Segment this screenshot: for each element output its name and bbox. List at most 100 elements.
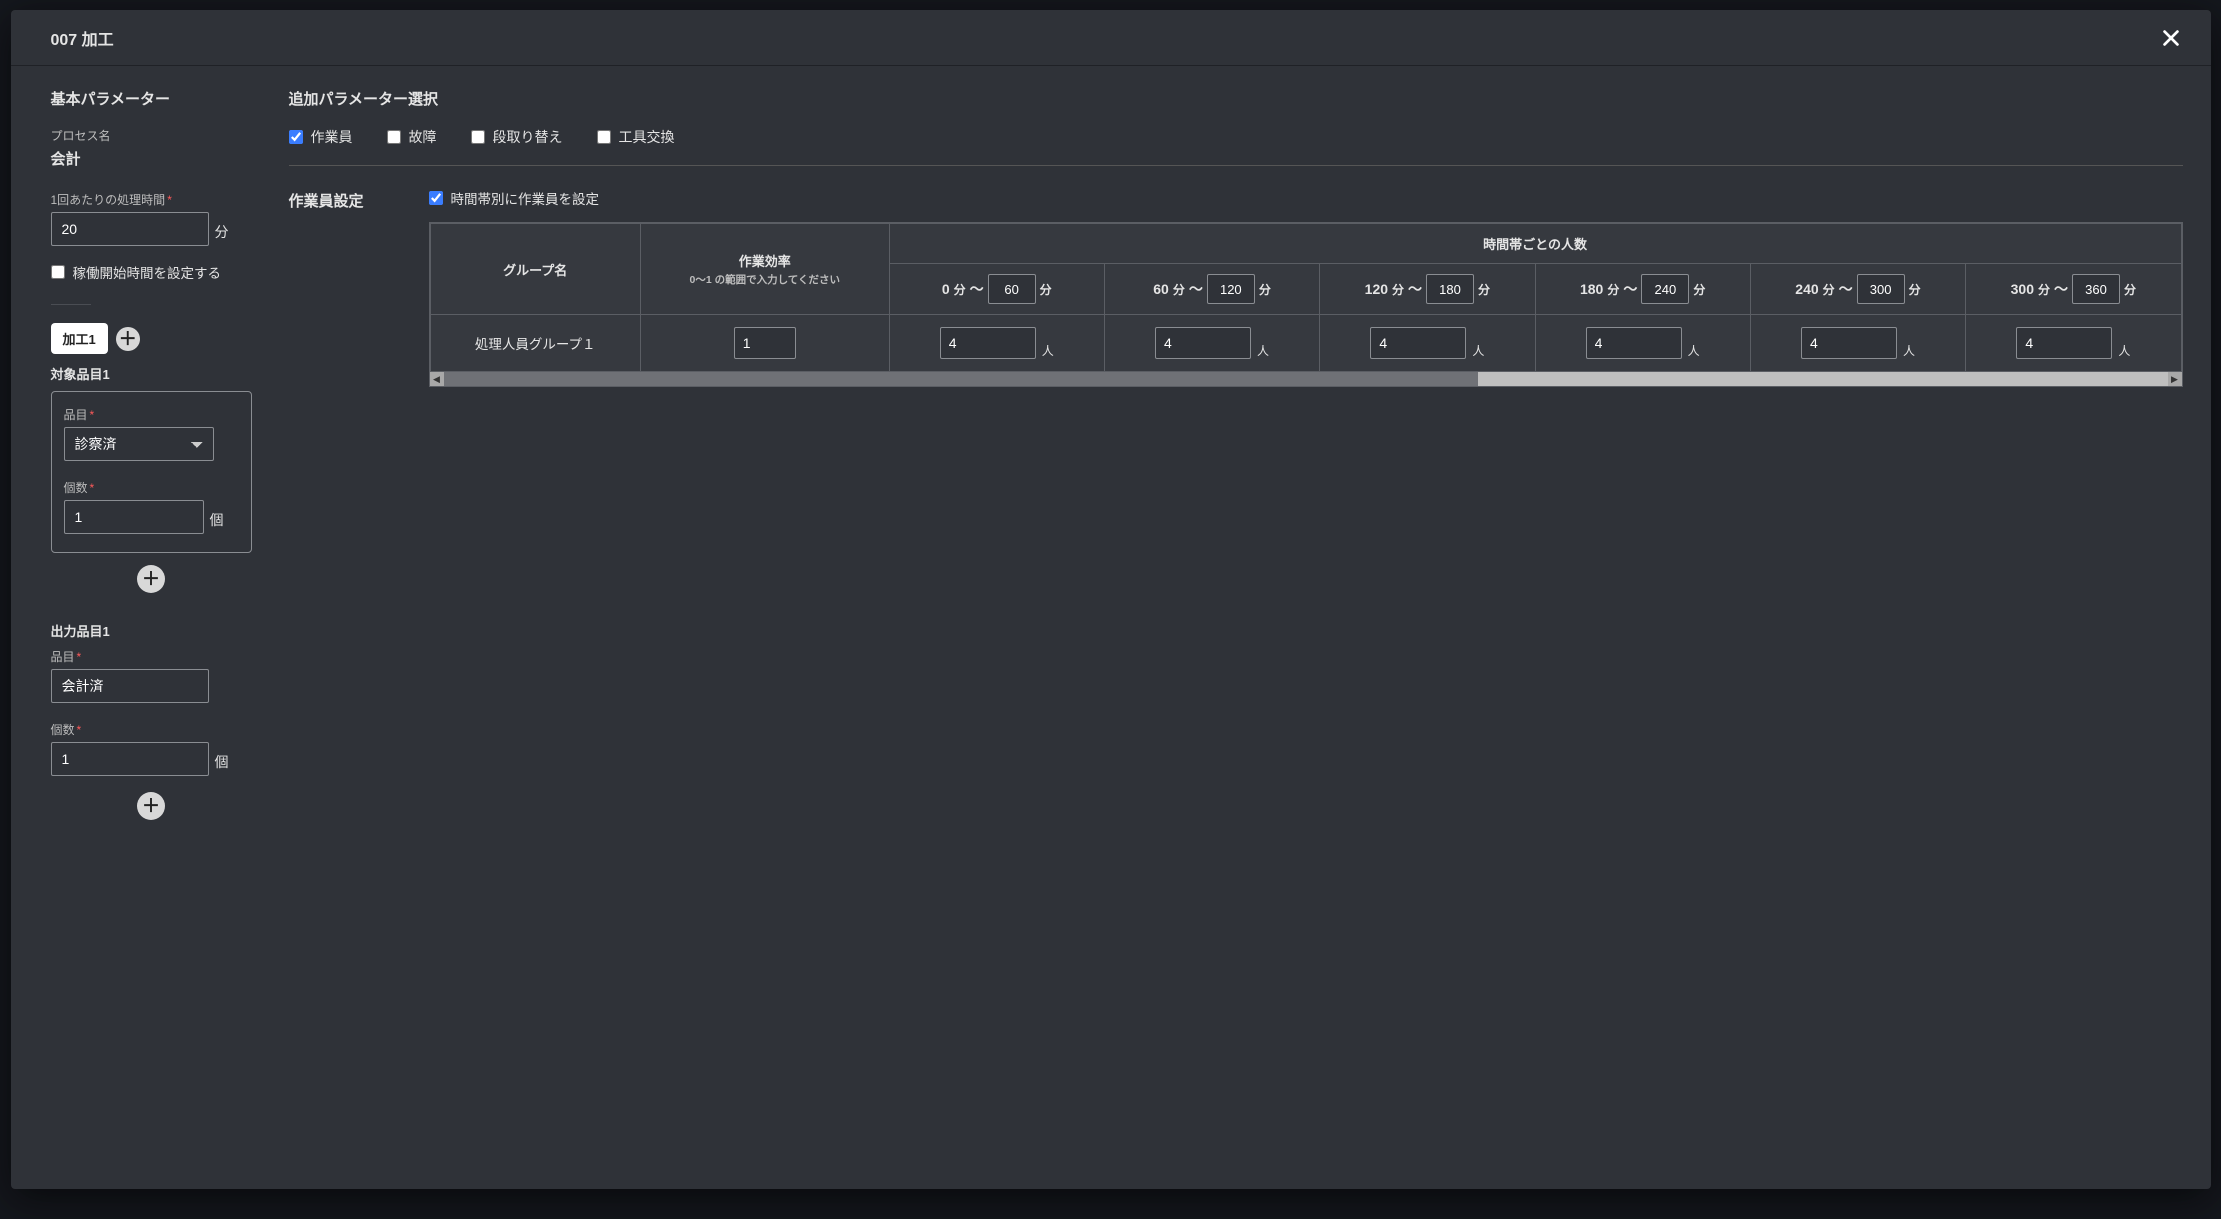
add-tab-button[interactable]: ＋ bbox=[116, 327, 140, 351]
close-button[interactable] bbox=[2155, 22, 2187, 54]
target-item-label: 品目* bbox=[64, 406, 239, 423]
output-qty-label: 個数* bbox=[51, 721, 252, 738]
col-header-efficiency-text: 作業効率 bbox=[739, 254, 791, 269]
target-qty-label: 個数* bbox=[64, 479, 239, 496]
per-timeslot-label: 時間帯別に作業員を設定 bbox=[451, 188, 600, 208]
param-check-tool[interactable]: 工具交換 bbox=[597, 127, 675, 147]
count-cell-4: 人 bbox=[1750, 315, 1965, 372]
param-check-worker[interactable]: 作業員 bbox=[289, 127, 353, 147]
plus-icon: ＋ bbox=[119, 330, 137, 348]
timeslot-header-2: 120分 ～ 分 bbox=[1320, 264, 1535, 315]
scroll-right-arrow[interactable]: ▶ bbox=[2168, 372, 2182, 386]
schedule-table: グループ名 作業効率 0～1 の範囲で入力してください 時間帯ごとの人数 bbox=[430, 223, 2182, 372]
count-cell-0: 人 bbox=[889, 315, 1104, 372]
scroll-thumb[interactable] bbox=[444, 372, 1478, 386]
proc-time-unit: 分 bbox=[215, 222, 229, 246]
modal-header: 007 加工 bbox=[11, 10, 2211, 66]
scroll-left-arrow[interactable]: ◀ bbox=[430, 372, 444, 386]
output-qty-input[interactable] bbox=[51, 742, 209, 776]
slot-to-input-0[interactable] bbox=[988, 274, 1036, 304]
timeslot-header-3: 180分 ～ 分 bbox=[1535, 264, 1750, 315]
divider bbox=[51, 304, 91, 305]
modal-title: 007 加工 bbox=[51, 26, 114, 50]
tilde: ～ bbox=[1408, 279, 1422, 299]
worker-settings-row: 作業員設定 時間帯別に作業員を設定 グループ名 bbox=[289, 188, 2183, 387]
param-check-setup-input[interactable] bbox=[471, 130, 485, 144]
extra-params-title: 追加パラメーター選択 bbox=[289, 88, 2183, 109]
target-qty-label-text: 個数 bbox=[64, 481, 88, 495]
timeslot-header-0: 0分 ～ 分 bbox=[889, 264, 1104, 315]
target-item-card: 品目* 診察済 個数* 個 bbox=[51, 391, 252, 553]
tilde: ～ bbox=[1189, 279, 1203, 299]
count-input-0-1[interactable] bbox=[1155, 327, 1251, 359]
target-item-section-label: 対象品目1 bbox=[51, 364, 252, 383]
count-input-0-0[interactable] bbox=[940, 327, 1036, 359]
required-marker: * bbox=[77, 650, 82, 664]
divider bbox=[289, 165, 2183, 166]
schedule-table-wrap: グループ名 作業効率 0～1 の範囲で入力してください 時間帯ごとの人数 bbox=[429, 222, 2183, 387]
output-item-section-label: 出力品目1 bbox=[51, 621, 252, 640]
count-input-0-3[interactable] bbox=[1586, 327, 1682, 359]
unit-min: 分 bbox=[1392, 281, 1404, 298]
tilde: ～ bbox=[2054, 279, 2068, 299]
count-input-0-2[interactable] bbox=[1370, 327, 1466, 359]
unit-people: 人 bbox=[1042, 342, 1054, 359]
required-marker: * bbox=[90, 408, 95, 422]
unit-people: 人 bbox=[1257, 342, 1269, 359]
required-marker: * bbox=[90, 481, 95, 495]
add-target-item-button[interactable]: ＋ bbox=[137, 565, 165, 593]
plus-icon: ＋ bbox=[142, 797, 160, 815]
tab-processing-1[interactable]: 加工1 bbox=[51, 323, 108, 354]
timeslot-header-4: 240分 ～ 分 bbox=[1750, 264, 1965, 315]
scroll-track[interactable] bbox=[444, 372, 2168, 386]
output-qty-label-text: 個数 bbox=[51, 723, 75, 737]
param-check-tool-input[interactable] bbox=[597, 130, 611, 144]
table-row: 処理人員グループ１人人人人人人 bbox=[430, 315, 2181, 372]
target-qty-input[interactable] bbox=[64, 500, 204, 534]
horizontal-scrollbar[interactable]: ◀ ▶ bbox=[430, 372, 2182, 386]
unit-min: 分 bbox=[2124, 281, 2136, 298]
add-output-item-button[interactable]: ＋ bbox=[137, 792, 165, 820]
slot-to-input-4[interactable] bbox=[1857, 274, 1905, 304]
slot-to-input-3[interactable] bbox=[1641, 274, 1689, 304]
proc-time-label-text: 1回あたりの処理時間 bbox=[51, 193, 166, 207]
output-item-input[interactable] bbox=[51, 669, 209, 703]
unit-min: 分 bbox=[1823, 281, 1835, 298]
set-start-time-checkbox[interactable] bbox=[51, 265, 65, 279]
proc-time-label: 1回あたりの処理時間* bbox=[51, 191, 252, 208]
close-icon bbox=[2160, 27, 2182, 49]
col-header-group: グループ名 bbox=[430, 224, 640, 315]
unit-min: 分 bbox=[1259, 281, 1271, 298]
process-name-label: プロセス名 bbox=[51, 127, 252, 144]
proc-time-input[interactable] bbox=[51, 212, 209, 246]
col-header-efficiency-hint: 0～1 の範囲で入力してください bbox=[649, 274, 881, 288]
unit-people: 人 bbox=[1688, 342, 1700, 359]
count-cell-5: 人 bbox=[1966, 315, 2181, 372]
slot-from-static: 60 bbox=[1153, 281, 1169, 297]
param-check-worker-input[interactable] bbox=[289, 130, 303, 144]
per-timeslot-checkbox-row[interactable]: 時間帯別に作業員を設定 bbox=[429, 188, 2183, 208]
per-timeslot-checkbox[interactable] bbox=[429, 191, 443, 205]
plus-icon: ＋ bbox=[142, 570, 160, 588]
param-check-setup[interactable]: 段取り替え bbox=[471, 127, 563, 147]
slot-to-input-5[interactable] bbox=[2072, 274, 2120, 304]
efficiency-input-0[interactable] bbox=[734, 327, 796, 359]
unit-people: 人 bbox=[1903, 342, 1915, 359]
count-input-0-5[interactable] bbox=[2016, 327, 2112, 359]
main-panel: 追加パラメーター選択 作業員 故障 段取り替え bbox=[271, 66, 2211, 1189]
unit-min: 分 bbox=[1478, 281, 1490, 298]
set-start-time-checkbox-row[interactable]: 稼働開始時間を設定する bbox=[51, 262, 252, 282]
slot-to-input-1[interactable] bbox=[1207, 274, 1255, 304]
slot-from-static: 300 bbox=[2011, 281, 2034, 297]
param-check-failure[interactable]: 故障 bbox=[387, 127, 437, 147]
count-input-0-4[interactable] bbox=[1801, 327, 1897, 359]
slot-to-input-2[interactable] bbox=[1426, 274, 1474, 304]
required-marker: * bbox=[77, 723, 82, 737]
efficiency-cell bbox=[640, 315, 889, 372]
modal: 007 加工 基本パラメーター プロセス名 会計 1回あたりの処理時間* 分 bbox=[11, 10, 2211, 1189]
slot-from-static: 240 bbox=[1795, 281, 1818, 297]
col-header-timeslots: 時間帯ごとの人数 bbox=[889, 224, 2181, 264]
slot-from-static: 180 bbox=[1580, 281, 1603, 297]
target-item-select[interactable]: 診察済 bbox=[64, 427, 214, 461]
param-check-failure-input[interactable] bbox=[387, 130, 401, 144]
